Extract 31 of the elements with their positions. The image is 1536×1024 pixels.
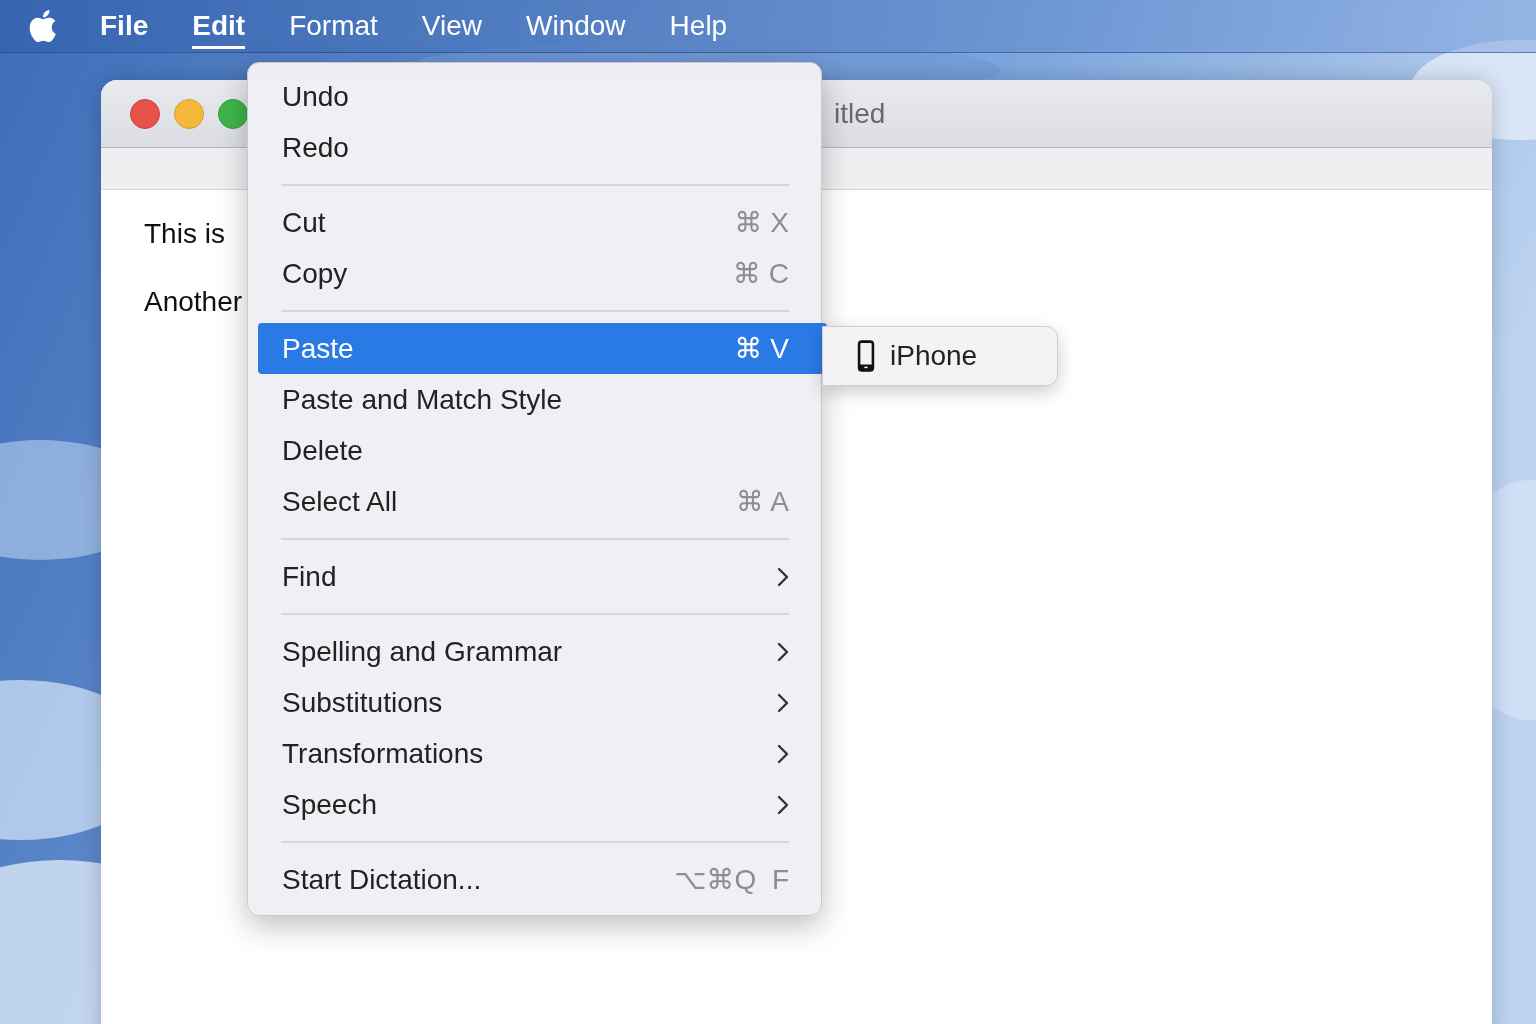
- menu-item[interactable]: Cut ⌘ X: [258, 197, 827, 248]
- close-button[interactable]: [130, 98, 160, 129]
- shortcut-text: ⌘ A: [736, 485, 789, 518]
- menu-bar-item[interactable]: Edit: [192, 3, 246, 49]
- menu-item[interactable]: Start Dictation... ⌥⌘Q F: [258, 854, 827, 905]
- menu-item[interactable]: Spelling and Grammar: [258, 626, 827, 677]
- menu-item[interactable]: Paste ⌘ V: [258, 323, 827, 374]
- zoom-button[interactable]: [218, 98, 248, 129]
- menu-item[interactable]: Undo: [258, 71, 827, 122]
- menu-item[interactable]: Delete: [258, 425, 827, 476]
- document-text: This is: [144, 218, 225, 250]
- menu-item[interactable]: Redo: [258, 122, 827, 173]
- menu-item[interactable]: Paste and Match Style: [258, 374, 827, 425]
- document-text: Another: [144, 286, 243, 318]
- shortcut-text: ⌥⌘Q F: [674, 863, 789, 896]
- menu-item[interactable]: Select All ⌘ A: [258, 476, 827, 527]
- menu-bar-item[interactable]: Format: [289, 3, 378, 49]
- menu-bar-item[interactable]: Help: [669, 3, 728, 49]
- menu-item[interactable]: Copy ⌘ C: [258, 248, 827, 299]
- menu-item[interactable]: Substitutions: [258, 677, 827, 728]
- menu-item[interactable]: Find: [258, 551, 827, 602]
- menu-item[interactable]: Transformations: [258, 728, 827, 779]
- shortcut-text: ⌘ C: [733, 257, 789, 290]
- menu-bar-item[interactable]: View: [421, 3, 482, 49]
- shortcut-text: ⌘ X: [734, 206, 789, 239]
- window-title: itled: [834, 97, 886, 130]
- phone-icon: [856, 340, 876, 372]
- menu-item[interactable]: Speech: [258, 779, 827, 830]
- shortcut-text: ⌘ V: [734, 332, 789, 365]
- menu-bar-item[interactable]: File: [100, 3, 149, 49]
- menu-bar-item[interactable]: Window: [526, 3, 626, 49]
